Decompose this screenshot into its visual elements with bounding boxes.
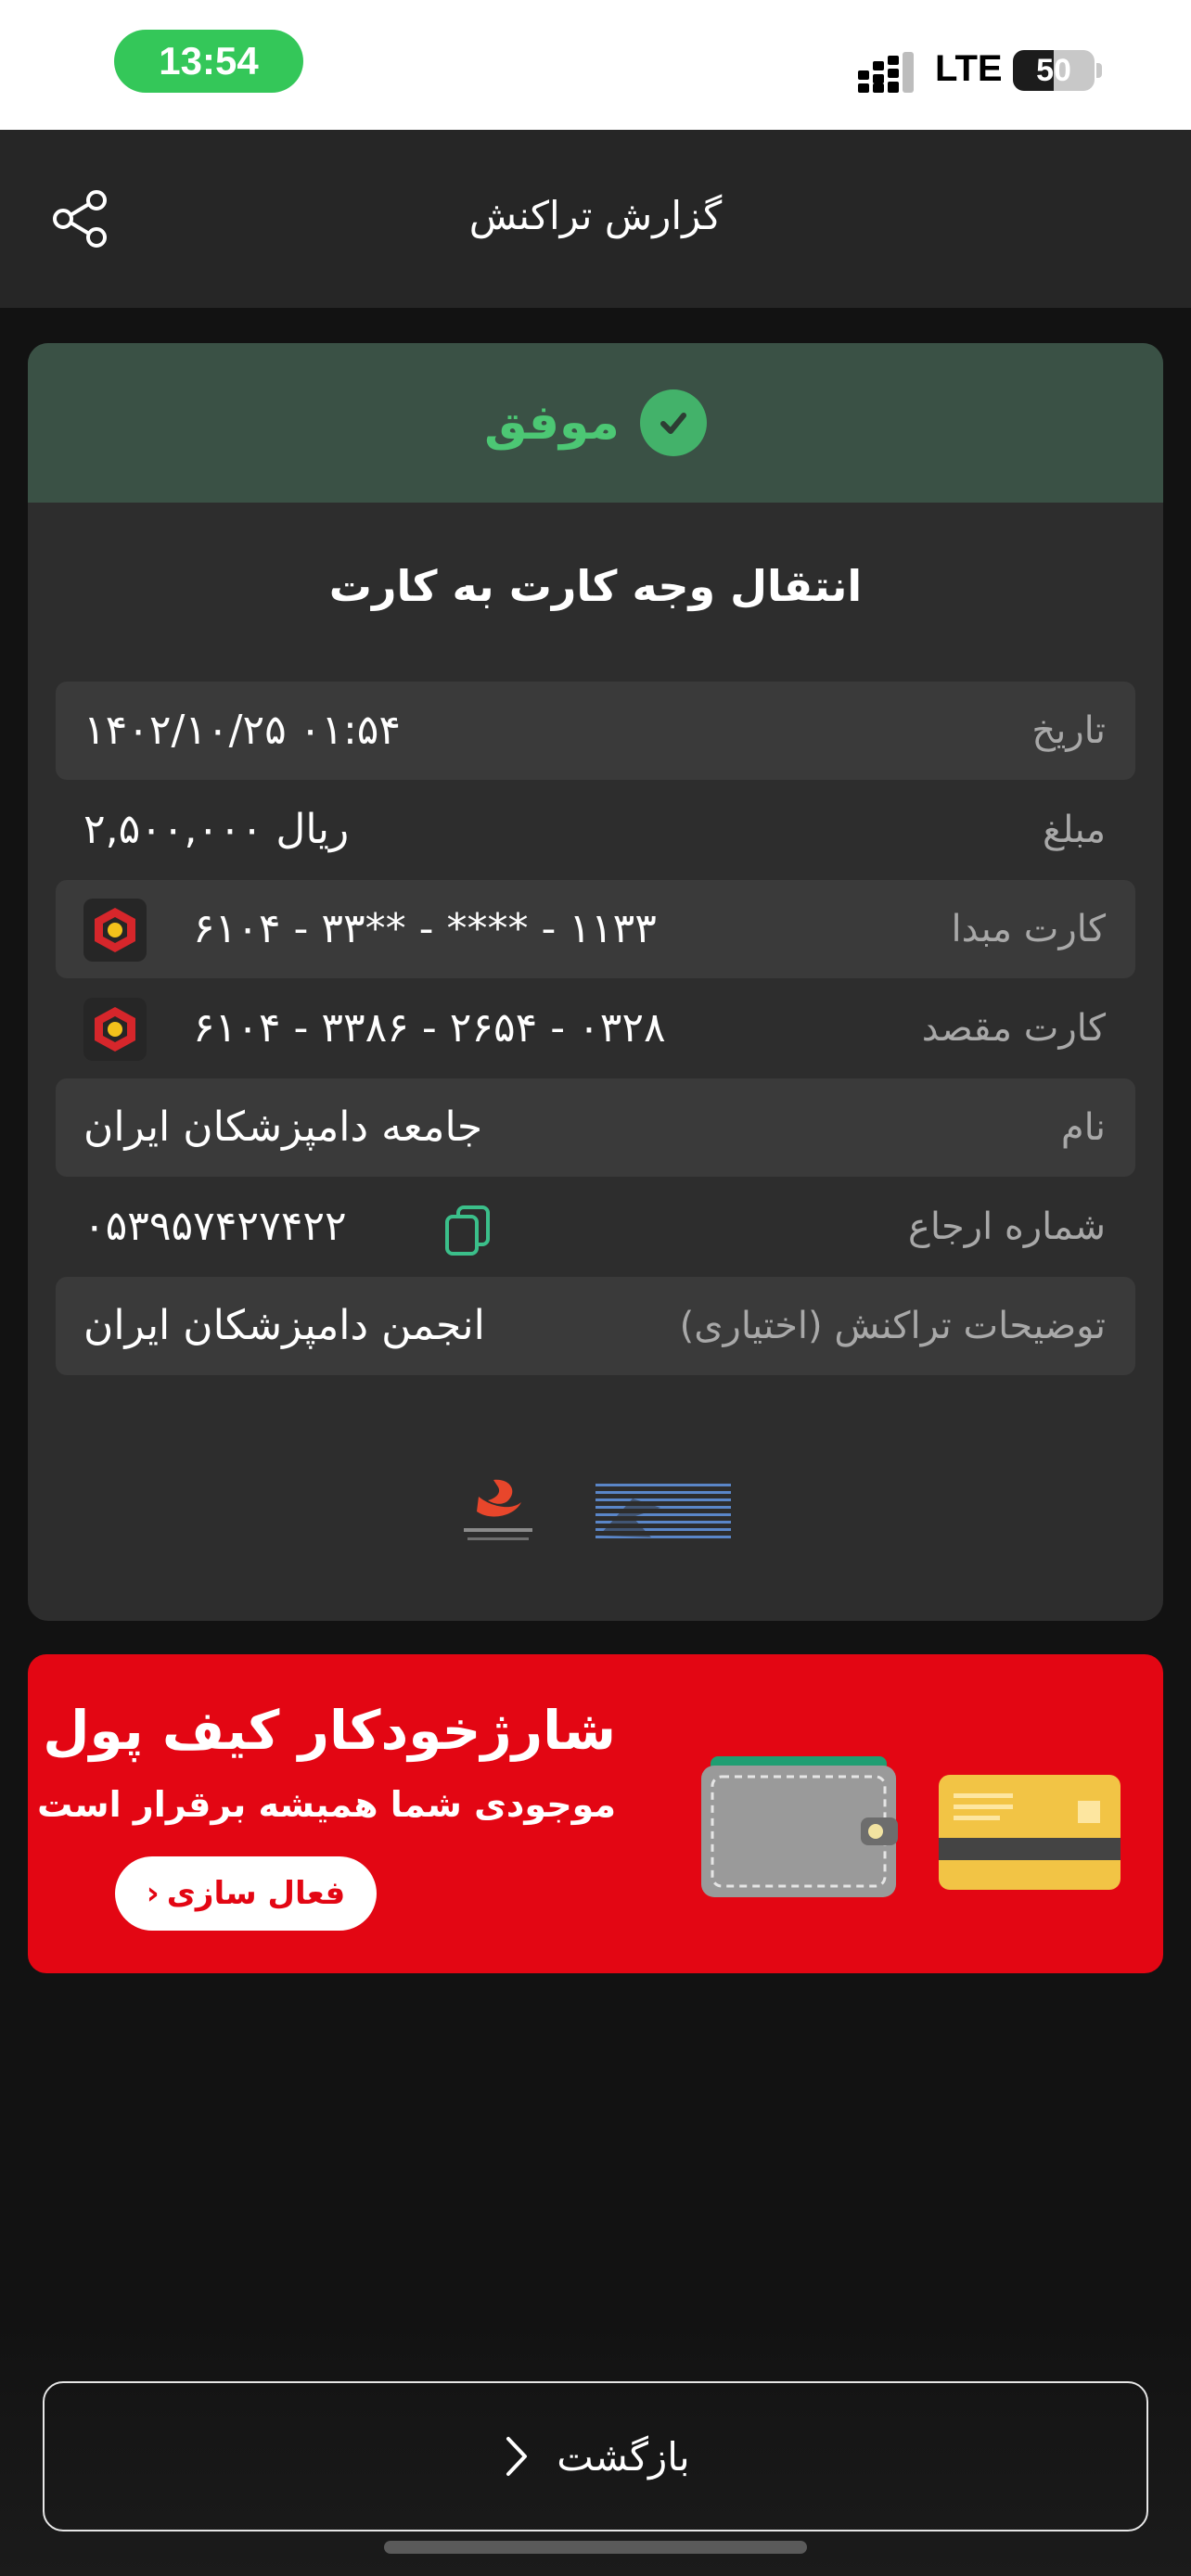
chevron-right-icon [506,2437,528,2476]
activate-button-label: فعال سازی [166,1875,346,1912]
app-header: گزارش تراکنش [0,130,1191,308]
detail-value: انجمن دامپزشکان ایران [83,1302,485,1349]
detail-label: کارت مبدا [951,908,1106,950]
check-circle-icon [639,389,707,456]
bank-emblem-logo [596,1484,731,1538]
asan-pardakht-logo [464,1479,532,1540]
share-icon[interactable] [46,185,113,252]
back-button[interactable]: بازگشت [43,2381,1148,2531]
transaction-title: انتقال وجه کارت به کارت [328,561,863,611]
detail-value: ۶۱۰۴ - ۳۳** - **** - ۱۱۳۳ [193,905,657,952]
credit-card-icon [939,1775,1121,1890]
banner-title: شارژخودکار کیف پول [43,1699,616,1762]
detail-label: مبلغ [1042,809,1106,851]
receipt-card: موفق انتقال وجه کارت به کارت تاریخ ۱۴۰۲/… [28,343,1163,1621]
detail-value: ۲,۵۰۰,۰۰۰ ریال [83,806,350,853]
detail-label: نام [1060,1106,1106,1149]
status-time: 13:54 [114,30,303,93]
battery-icon: 50 [1013,50,1095,91]
promo-banner[interactable]: شارژخودکار کیف پول موجودی شما همیشه برقر… [28,1654,1163,1973]
detail-value: جامعه دامپزشکان ایران [83,1103,483,1151]
copy-icon[interactable] [443,1204,492,1256]
wallet-icon [701,1756,898,1897]
network-type: LTE [935,48,1003,89]
detail-label: تاریخ [1031,709,1106,752]
detail-value: ۱۴۰۲/۱۰/۲۵ ۰۱:۵۴ [83,707,402,754]
detail-label: شماره ارجاع [907,1205,1106,1248]
bank-logo-icon [83,899,147,962]
banner-subtitle: موجودی شما همیشه برقرار است [37,1784,616,1825]
detail-row-amount: مبلغ ۲,۵۰۰,۰۰۰ ریال [56,781,1135,879]
activate-button[interactable]: فعال سازی ‹ [115,1856,377,1931]
status-banner: موفق [28,343,1163,503]
home-indicator [384,2541,807,2554]
detail-row-destination-card: کارت مقصد ۶۱۰۴ - ۳۳۸۶ - ۲۶۵۴ - ۰۳۲۸ [56,979,1135,1078]
detail-label: توضیحات تراکنش (اختیاری) [679,1305,1106,1347]
bank-logo-icon [83,998,147,1061]
cellular-signal-icon [858,52,914,93]
battery-tip [1096,63,1102,78]
status-label: موفق [484,395,620,451]
detail-row-source-card: کارت مبدا ۶۱۰۴ - ۳۳** - **** - ۱۱۳۳ [56,880,1135,978]
detail-value: ۰۵۳۹۵۷۴۲۷۴۲۲ [83,1203,347,1250]
page-title: گزارش تراکنش [468,193,723,238]
battery-percent: 50 [1036,53,1071,88]
status-bar: 13:54 LTE 50 [0,0,1191,130]
detail-row-description: توضیحات تراکنش (اختیاری) انجمن دامپزشکان… [56,1277,1135,1375]
detail-label: کارت مقصد [921,1007,1106,1050]
detail-value: ۶۱۰۴ - ۳۳۸۶ - ۲۶۵۴ - ۰۳۲۸ [193,1004,666,1052]
detail-row-reference: شماره ارجاع ۰۵۳۹۵۷۴۲۷۴۲۲ [56,1178,1135,1276]
detail-row-date: تاریخ ۱۴۰۲/۱۰/۲۵ ۰۱:۵۴ [56,682,1135,780]
back-button-label: بازگشت [557,2433,690,2480]
detail-row-name: نام جامعه دامپزشکان ایران [56,1078,1135,1177]
chevron-left-icon: ‹ [146,1875,160,1912]
